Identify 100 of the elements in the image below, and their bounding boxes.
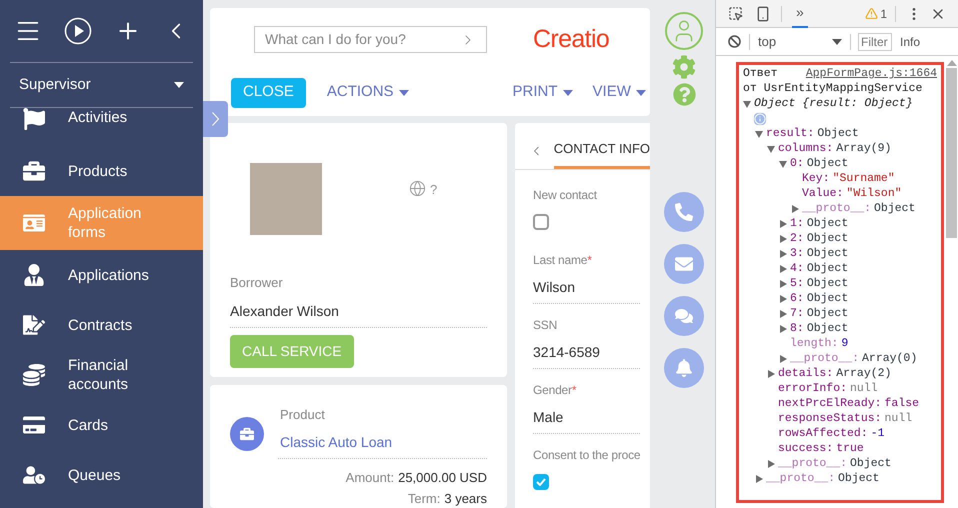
- person-clock-icon: [23, 464, 45, 486]
- device-icon[interactable]: [755, 6, 771, 22]
- collapsed-triangle-icon[interactable]: [791, 204, 799, 212]
- required-mark: *: [572, 382, 576, 399]
- globe-icon[interactable]: [409, 180, 426, 197]
- property-value: Object: [806, 306, 848, 321]
- property-key: 8:: [790, 321, 804, 336]
- sidebar-item[interactable]: Cards: [0, 400, 203, 450]
- property-value: Object: [874, 201, 916, 216]
- property-value: true: [836, 441, 864, 456]
- field-value[interactable]: Male: [533, 407, 640, 434]
- property-value: Object: [806, 156, 848, 171]
- checkbox[interactable]: [533, 474, 549, 490]
- context-dropdown[interactable]: top: [758, 32, 842, 52]
- property-key: 2:: [790, 231, 804, 246]
- sidebar-item[interactable]: Activities: [0, 108, 203, 146]
- workplace-dropdown[interactable]: Supervisor: [10, 74, 193, 96]
- expand-handle[interactable]: [203, 101, 228, 137]
- property-key: success:: [778, 441, 834, 456]
- clear-console-icon[interactable]: [728, 35, 741, 48]
- sidebar-item-label: Applications: [68, 266, 150, 284]
- property-key: 1:: [790, 216, 804, 231]
- field-value[interactable]: Wilson: [533, 277, 640, 304]
- caret-icon: [174, 82, 184, 88]
- print-button[interactable]: PRINT: [512, 81, 573, 104]
- amount-label: Amount:: [346, 469, 394, 487]
- collapsed-triangle-icon[interactable]: [779, 234, 787, 242]
- checkbox[interactable]: [533, 214, 549, 230]
- collapsed-triangle-icon[interactable]: [779, 294, 787, 302]
- property-key: 7:: [790, 306, 804, 321]
- property-value: Array(0): [862, 351, 918, 366]
- collapsed-triangle-icon[interactable]: [779, 354, 787, 362]
- collapsed-triangle-icon[interactable]: [767, 370, 775, 378]
- collapsed-triangle-icon[interactable]: [779, 280, 787, 288]
- checkmark-icon: [536, 478, 546, 486]
- view-button[interactable]: VIEW: [592, 81, 646, 104]
- sidebar-item[interactable]: Products: [0, 146, 203, 196]
- level-dropdown[interactable]: Info: [900, 32, 920, 50]
- property-value: "Surname": [832, 171, 895, 186]
- field-label: Gender: [533, 382, 572, 399]
- expanded-triangle-icon[interactable]: [743, 100, 751, 108]
- search-field[interactable]: What can I do for you?: [254, 26, 487, 54]
- property-key: 6:: [790, 291, 804, 306]
- expanded-triangle-icon[interactable]: [755, 130, 763, 138]
- collapsed-triangle-icon[interactable]: [779, 324, 787, 332]
- field-label: Product: [279, 406, 326, 424]
- sidebar-item-label: Application forms: [68, 204, 142, 242]
- inspect-icon[interactable]: [728, 6, 743, 21]
- field-label: Borrower: [230, 274, 284, 292]
- sidebar-item[interactable]: Contracts: [0, 300, 203, 350]
- expanded-triangle-icon[interactable]: [779, 160, 787, 168]
- field-value[interactable]: Alexander Wilson: [230, 300, 487, 328]
- search-input[interactable]: What can I do for you?: [265, 29, 455, 50]
- scrollbar-thumb[interactable]: [946, 68, 957, 238]
- collapsed-triangle-icon[interactable]: [779, 310, 787, 318]
- property-value: Object: [806, 291, 848, 306]
- property-value: Object: [806, 276, 848, 291]
- property-value: -1: [870, 426, 885, 441]
- collapsed-triangle-icon[interactable]: [779, 220, 787, 228]
- property-key: __proto__:: [790, 351, 860, 366]
- sidebar-item-label: Financial accounts: [68, 356, 130, 394]
- product-link[interactable]: Classic Auto Loan: [278, 432, 487, 459]
- collapsed-triangle-icon[interactable]: [767, 460, 775, 468]
- chevron-right-icon: [212, 112, 219, 126]
- field-label: Consent to the proce: [533, 447, 640, 464]
- property-key: 0:: [790, 156, 804, 171]
- property-key: length:: [790, 336, 838, 351]
- flag-icon: [23, 108, 45, 130]
- document-pen-icon: [23, 314, 45, 336]
- property-value: Object: [806, 231, 848, 246]
- property-key: responseStatus:: [778, 411, 882, 426]
- filter-field[interactable]: Filter: [858, 32, 892, 50]
- sidebar-item-label: Contracts: [68, 316, 134, 334]
- collapsed-triangle-icon[interactable]: [779, 250, 787, 258]
- coins-icon: [23, 364, 45, 386]
- expanded-triangle-icon[interactable]: [767, 144, 775, 152]
- sidebar-item-label: Products: [68, 162, 128, 180]
- actions-button[interactable]: ACTIONS: [326, 81, 409, 104]
- property-value: Object: [838, 471, 880, 486]
- sidebar-item[interactable]: Applications: [0, 250, 203, 300]
- briefcase-icon: [23, 160, 45, 182]
- property-value: Array(9): [836, 141, 892, 156]
- property-value: null: [850, 381, 878, 396]
- property-key: 4:: [790, 261, 804, 276]
- contact-info-tab[interactable]: CONTACT INFO: [554, 138, 650, 169]
- warning-count[interactable]: 1: [880, 4, 887, 22]
- property-value: Object: [806, 321, 848, 336]
- property-key: nextPrcElReady:: [778, 396, 882, 411]
- logo: Creatio: [533, 24, 610, 55]
- property-value: false: [884, 396, 920, 411]
- source-link[interactable]: AppFormPage.js:1664: [806, 66, 937, 81]
- play-circle-icon[interactable]: [64, 17, 92, 45]
- term-label: Term:: [408, 490, 440, 508]
- sidebar-item[interactable]: Queues: [0, 450, 203, 500]
- collapsed-triangle-icon[interactable]: [779, 264, 787, 272]
- property-key: Key:: [802, 171, 830, 186]
- sidebar-item[interactable]: Financial accounts: [0, 350, 203, 400]
- devtools-tab[interactable]: »: [792, 0, 808, 28]
- collapsed-triangle-icon[interactable]: [755, 474, 763, 482]
- field-value[interactable]: 3214-6589: [533, 342, 640, 369]
